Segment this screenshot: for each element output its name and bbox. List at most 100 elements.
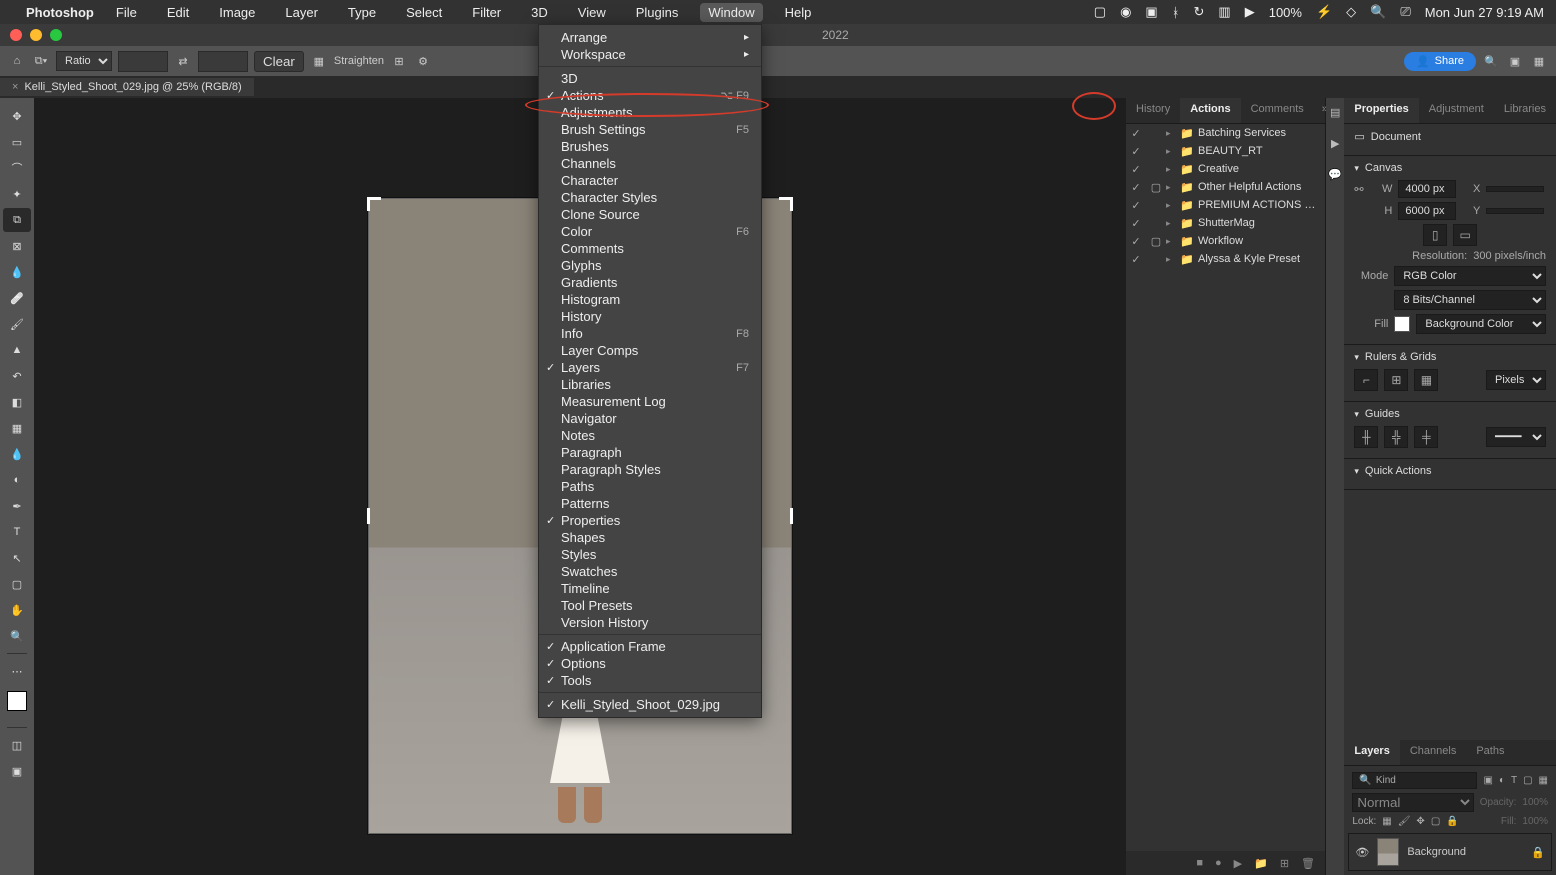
- lock-pos-icon[interactable]: ✥: [1416, 816, 1424, 827]
- dd-item[interactable]: Shapes: [539, 529, 761, 546]
- layers-tab[interactable]: Layers: [1344, 740, 1399, 765]
- canvas-x[interactable]: [1486, 186, 1544, 192]
- rulers-section-header[interactable]: ▾Rulers & Grids: [1354, 351, 1546, 363]
- bit-depth-select[interactable]: 8 Bits/Channel: [1394, 290, 1546, 310]
- dd-item[interactable]: Paths: [539, 478, 761, 495]
- record-icon[interactable]: ●: [1215, 857, 1222, 869]
- dd-item[interactable]: Character Styles: [539, 189, 761, 206]
- dd-item[interactable]: Properties: [539, 512, 761, 529]
- type-tool[interactable]: T: [3, 520, 31, 544]
- menu-view[interactable]: View: [570, 3, 614, 22]
- dd-item[interactable]: Tool Presets: [539, 597, 761, 614]
- menu-window[interactable]: Window: [700, 3, 762, 22]
- guide-style-select[interactable]: ━━━━: [1486, 427, 1546, 447]
- crop-width-input[interactable]: [118, 51, 168, 72]
- heal-tool[interactable]: 🩹: [3, 286, 31, 310]
- crop-tool-icon[interactable]: ⧉▾: [32, 52, 50, 70]
- orientation-portrait-icon[interactable]: ▯: [1423, 224, 1447, 246]
- cc-menu-icon[interactable]: ◉: [1120, 4, 1131, 20]
- dock-comment-icon[interactable]: 💬: [1328, 168, 1342, 181]
- action-set-row[interactable]: ✓▸📁Alyssa & Kyle Preset: [1126, 250, 1325, 268]
- guide-icon-3[interactable]: ╪: [1414, 426, 1438, 448]
- lasso-tool[interactable]: ⌒: [3, 156, 31, 180]
- quickmask-tool[interactable]: ◫: [3, 733, 31, 757]
- home-icon[interactable]: ⌂: [8, 52, 26, 70]
- filter-adj-icon[interactable]: ◐: [1499, 775, 1505, 786]
- dd-item[interactable]: InfoF8: [539, 325, 761, 342]
- gradient-tool[interactable]: ▦: [3, 416, 31, 440]
- path-tool[interactable]: ↖: [3, 546, 31, 570]
- pen-tool[interactable]: ✒: [3, 494, 31, 518]
- action-set-row[interactable]: ✓▸📁ShutterMag: [1126, 214, 1325, 232]
- paths-tab[interactable]: Paths: [1466, 740, 1514, 765]
- ruler-corner-icon[interactable]: ⌐: [1354, 369, 1378, 391]
- bluetooth-icon[interactable]: ᚼ: [1172, 5, 1180, 20]
- libraries-tab[interactable]: Libraries: [1494, 98, 1556, 123]
- dd-item[interactable]: Navigator: [539, 410, 761, 427]
- close-tab-icon[interactable]: ×: [12, 81, 18, 93]
- dd-item[interactable]: Layer Comps: [539, 342, 761, 359]
- canvas-width[interactable]: 4000 px: [1398, 180, 1456, 198]
- marquee-tool[interactable]: ▭: [3, 130, 31, 154]
- dd-item[interactable]: Brushes: [539, 138, 761, 155]
- crop-tool[interactable]: ⧉: [3, 208, 31, 232]
- action-set-row[interactable]: ✓▸📁PREMIUM ACTIONS 2020: [1126, 196, 1325, 214]
- trash-icon[interactable]: 🗑: [1301, 857, 1315, 870]
- play-icon[interactable]: ▶: [1245, 4, 1255, 20]
- dd-item[interactable]: Notes: [539, 427, 761, 444]
- workspace-icon[interactable]: ▣: [1506, 52, 1524, 70]
- history-tab[interactable]: History: [1126, 98, 1180, 123]
- dd-item[interactable]: Glyphs: [539, 257, 761, 274]
- dd-item[interactable]: Styles: [539, 546, 761, 563]
- filter-text-icon[interactable]: T: [1511, 775, 1517, 786]
- dock-play-icon[interactable]: ▶: [1331, 137, 1339, 150]
- lock-trans-icon[interactable]: ▦: [1382, 816, 1391, 827]
- ruler-unit-select[interactable]: Pixels: [1486, 370, 1546, 390]
- blend-mode-select[interactable]: Normal: [1352, 793, 1473, 812]
- color-mode-select[interactable]: RGB Color: [1394, 266, 1546, 286]
- frame-tool[interactable]: ⊠: [3, 234, 31, 258]
- adjustments-tab[interactable]: Adjustment: [1419, 98, 1494, 123]
- arrange-docs-icon[interactable]: ▦: [1530, 52, 1548, 70]
- quick-actions-header[interactable]: ▾Quick Actions: [1354, 465, 1546, 477]
- hand-tool[interactable]: ✋: [3, 598, 31, 622]
- filter-smart-icon[interactable]: ▦: [1539, 775, 1548, 786]
- menu-plugins[interactable]: Plugins: [628, 3, 687, 22]
- new-action-icon[interactable]: ⊞: [1280, 857, 1289, 870]
- orientation-landscape-icon[interactable]: ▭: [1453, 224, 1477, 246]
- dd-arrange[interactable]: Arrange: [539, 29, 761, 46]
- dd-item[interactable]: Character: [539, 172, 761, 189]
- blur-tool[interactable]: 💧: [3, 442, 31, 466]
- action-set-row[interactable]: ✓▸📁BEAUTY_RT: [1126, 142, 1325, 160]
- new-set-icon[interactable]: 📁: [1254, 857, 1268, 870]
- brush-tool[interactable]: 🖌: [3, 312, 31, 336]
- dd-item[interactable]: Brush SettingsF5: [539, 121, 761, 138]
- overlay-grid-icon[interactable]: ⊞: [390, 52, 408, 70]
- bridge-icon[interactable]: ▣: [1145, 4, 1157, 20]
- spotlight-icon[interactable]: 🔍: [1370, 4, 1386, 20]
- menu-image[interactable]: Image: [211, 3, 263, 22]
- app-name[interactable]: Photoshop: [26, 5, 94, 20]
- link-icon[interactable]: ⚯: [1354, 183, 1368, 196]
- dd-item[interactable]: Adjustments: [539, 104, 761, 121]
- menu-type[interactable]: Type: [340, 3, 384, 22]
- menu-help[interactable]: Help: [777, 3, 820, 22]
- lock-all-icon[interactable]: 🔒: [1446, 816, 1458, 827]
- comments-tab[interactable]: Comments: [1241, 98, 1314, 123]
- dd-item[interactable]: History: [539, 308, 761, 325]
- dd-workspace[interactable]: Workspace: [539, 46, 761, 63]
- dd-item[interactable]: Paragraph Styles: [539, 461, 761, 478]
- crop-preset-select[interactable]: Ratio: [56, 51, 112, 71]
- dd-item[interactable]: Timeline: [539, 580, 761, 597]
- straighten-tool-icon[interactable]: ▦: [310, 52, 328, 70]
- canvas-height[interactable]: 6000 px: [1398, 202, 1456, 220]
- eyedropper-tool[interactable]: 💧: [3, 260, 31, 284]
- dd-item[interactable]: Paragraph: [539, 444, 761, 461]
- menu-file[interactable]: File: [108, 3, 145, 22]
- dd-item[interactable]: Comments: [539, 240, 761, 257]
- close-window-button[interactable]: [10, 29, 22, 41]
- dd-item[interactable]: Histogram: [539, 291, 761, 308]
- dd-item[interactable]: Kelli_Styled_Shoot_029.jpg: [539, 696, 761, 713]
- action-set-row[interactable]: ✓▸📁Batching Services: [1126, 124, 1325, 142]
- swap-icon[interactable]: ⇄: [174, 52, 192, 70]
